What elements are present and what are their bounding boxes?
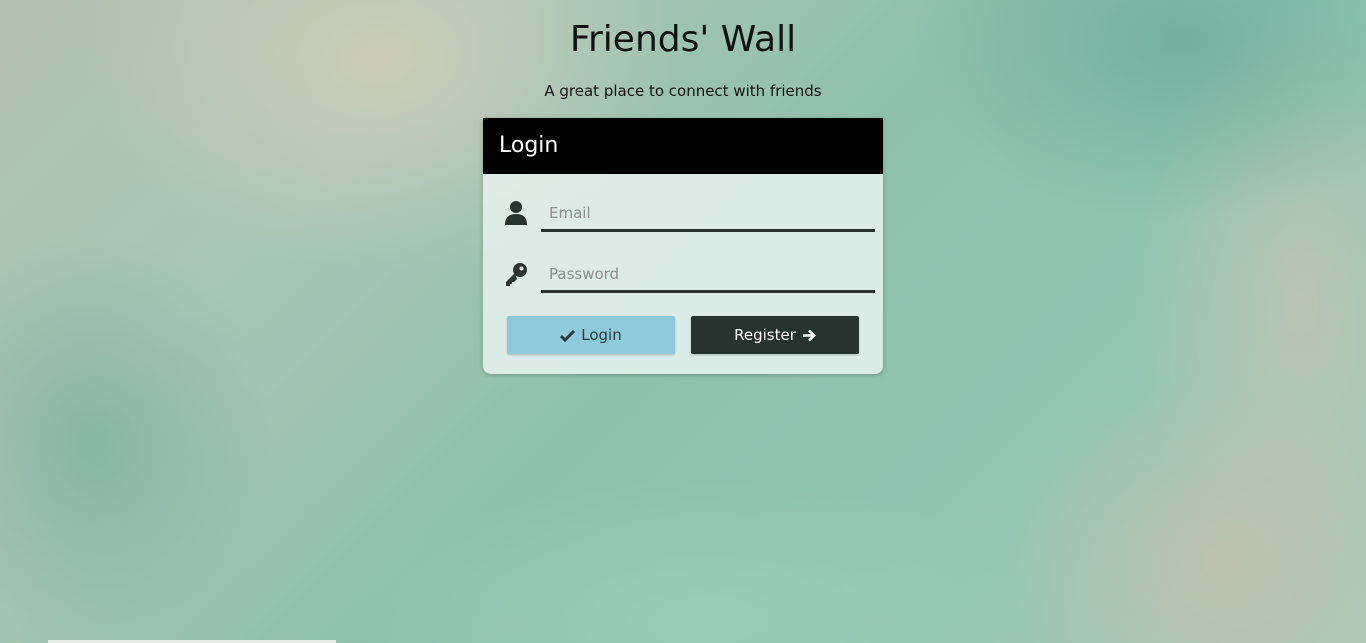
password-row	[483, 257, 883, 301]
site-title: Friends' Wall	[569, 19, 797, 60]
register-button-label: Register	[734, 326, 796, 344]
login-button[interactable]: Login	[507, 316, 675, 354]
email-input[interactable]	[541, 196, 875, 232]
checkmark-icon	[560, 329, 576, 342]
user-icon	[503, 198, 529, 228]
email-row	[483, 196, 883, 240]
register-button[interactable]: Register	[691, 316, 859, 354]
login-button-label: Login	[581, 326, 622, 344]
login-panel: Login Login Register	[483, 118, 883, 374]
arrow-right-icon	[802, 329, 816, 342]
key-icon	[503, 259, 529, 289]
login-panel-title: Login	[499, 133, 559, 158]
login-panel-header: Login	[483, 118, 883, 174]
password-input[interactable]	[541, 257, 875, 293]
site-tagline: A great place to connect with friends	[544, 82, 822, 100]
